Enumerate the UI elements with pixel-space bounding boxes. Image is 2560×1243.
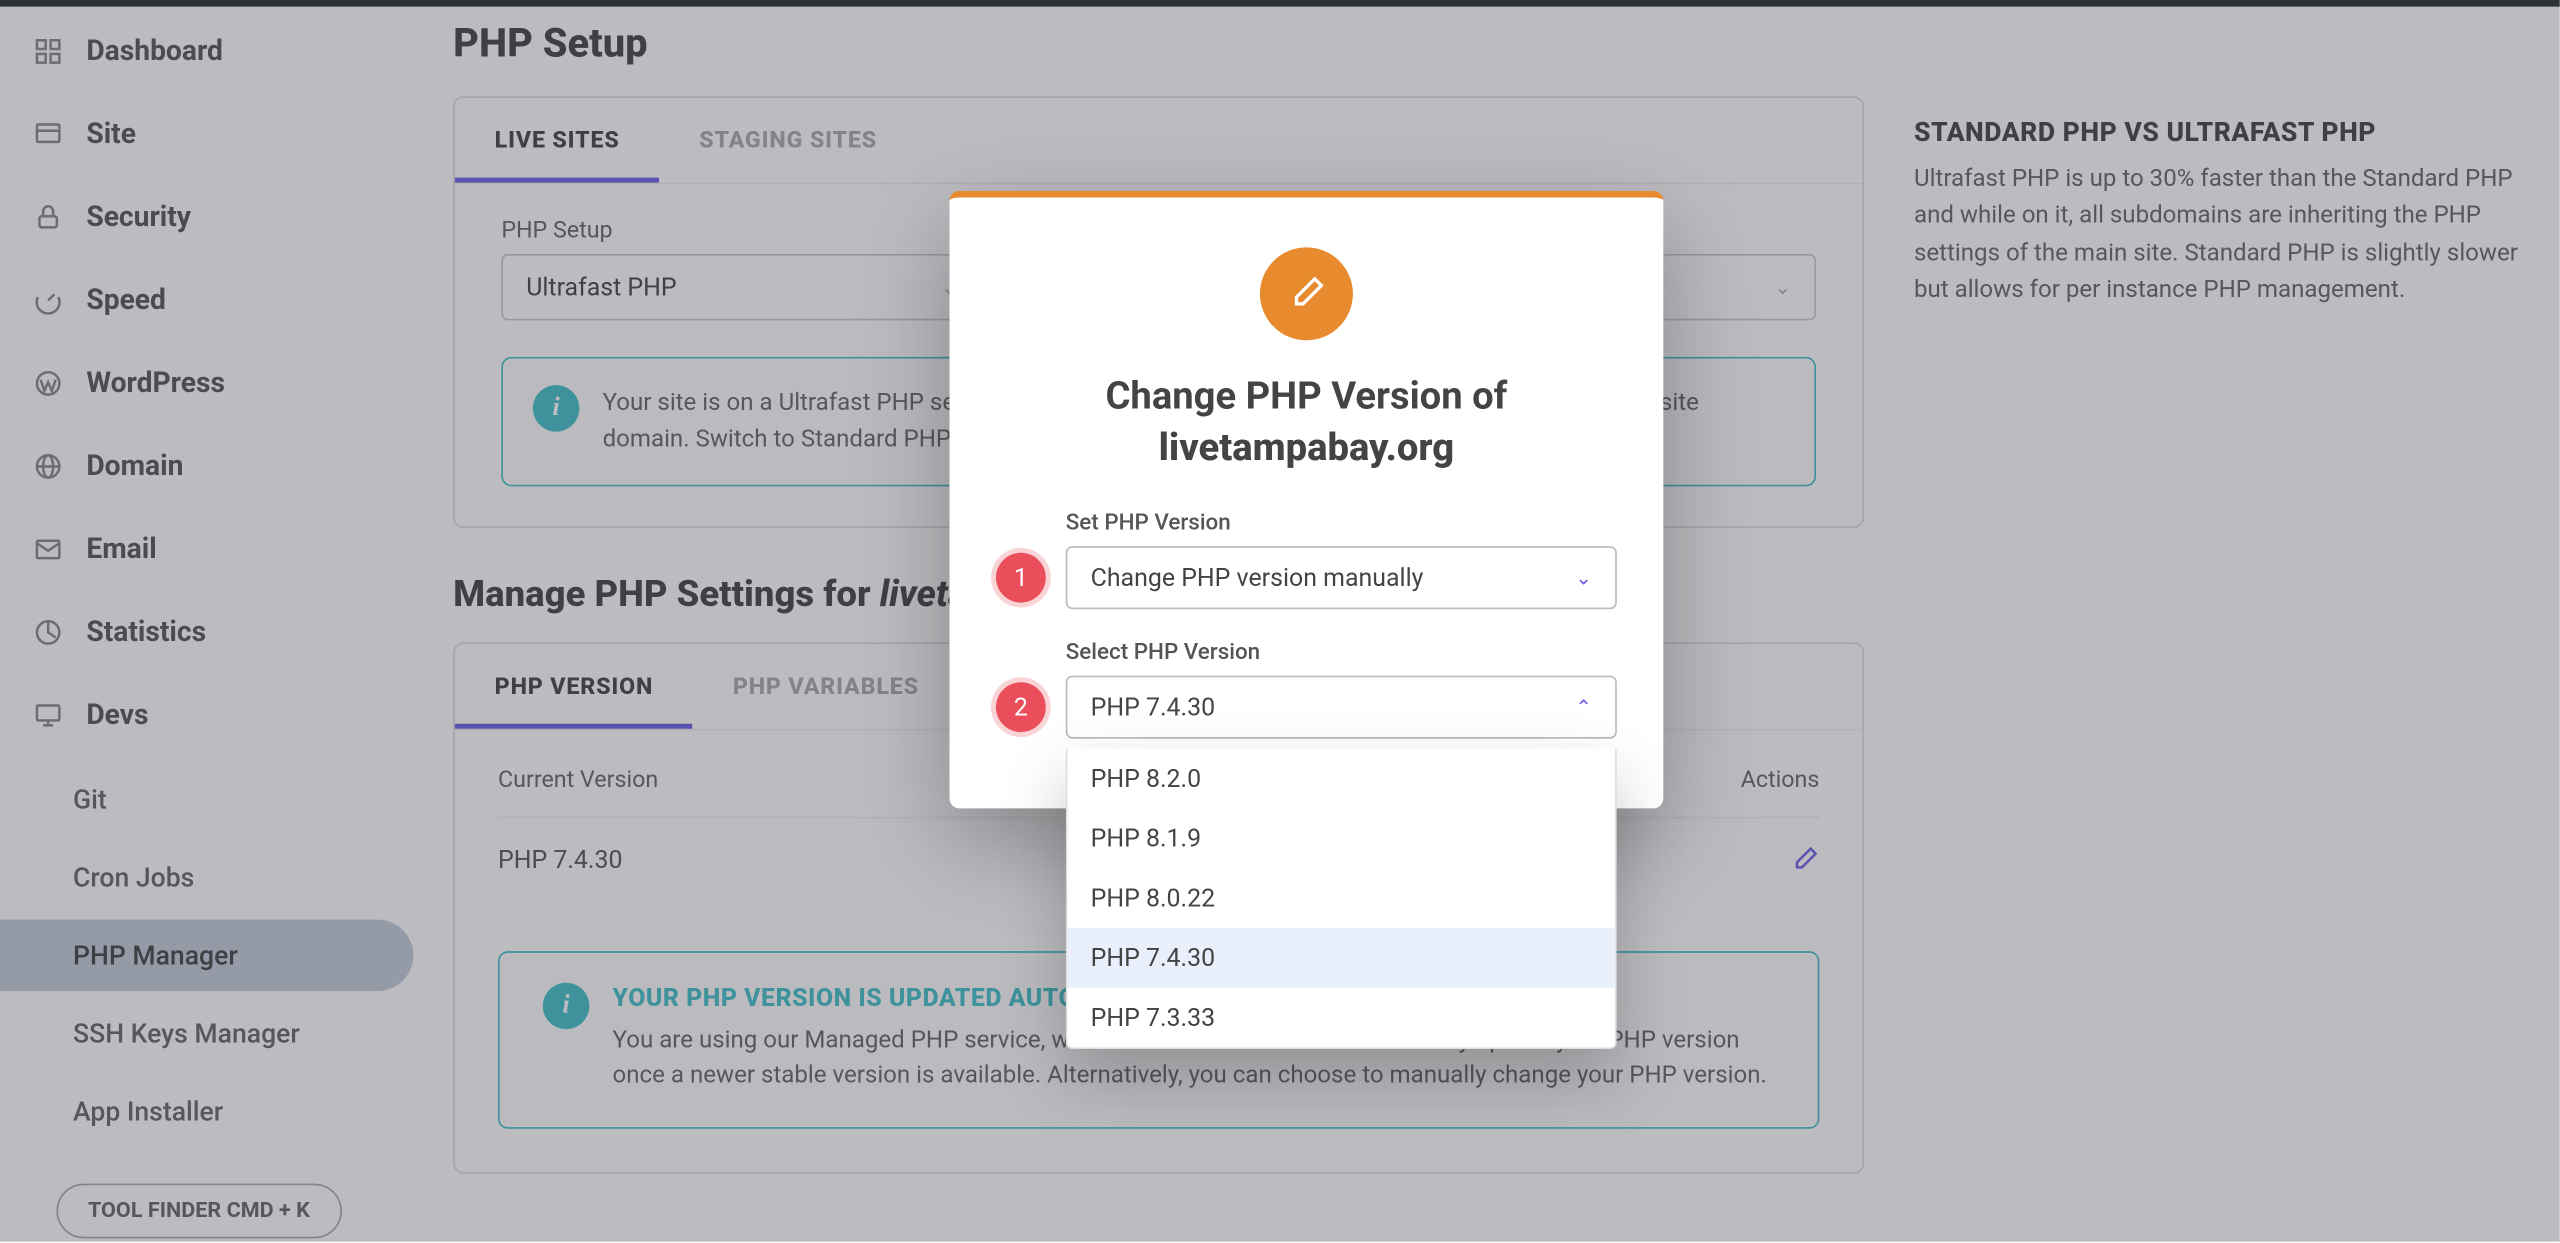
lock-icon <box>30 199 67 236</box>
set-php-version-field: 1 Set PHP Version Change PHP version man… <box>996 510 1617 610</box>
col-current-version: Current Version <box>498 766 658 793</box>
set-php-version-select[interactable]: Change PHP version manually ⌄ <box>1066 546 1617 609</box>
sidebar-item-devs[interactable]: Devs <box>0 681 423 751</box>
sidebar-item-label: WordPress <box>86 367 225 400</box>
chevron-up-icon: ⌃ <box>1575 696 1592 719</box>
tab-php-variables[interactable]: PHP VARIABLES <box>693 643 959 728</box>
sidebar-item-label: Statistics <box>86 616 206 649</box>
tool-finder-button[interactable]: TOOL FINDER CMD + K <box>56 1184 341 1239</box>
sidebar-sub-label: SSH Keys Manager <box>73 1018 300 1050</box>
manage-title-prefix: Manage PHP Settings for <box>453 574 879 616</box>
sidebar-sub-appinstaller[interactable]: App Installer <box>0 1076 413 1147</box>
sidebar-item-security[interactable]: Security <box>0 183 423 253</box>
info-icon: i <box>533 385 579 431</box>
select-php-version-select[interactable]: PHP 7.4.30 ⌃ <box>1066 676 1617 739</box>
set-php-version-value: Change PHP version manually <box>1091 563 1424 593</box>
select-php-version-value: PHP 7.4.30 <box>1091 692 1215 722</box>
sidebar-item-email[interactable]: Email <box>0 515 423 585</box>
modal-title-domain: livetampabay.org <box>1159 425 1455 470</box>
site-icon <box>30 116 67 153</box>
dropdown-option[interactable]: PHP 7.3.33 <box>1067 988 1615 1048</box>
tab-php-version[interactable]: PHP VERSION <box>455 643 693 728</box>
dropdown-option[interactable]: PHP 8.0.22 <box>1067 868 1615 928</box>
statistics-icon <box>30 614 67 651</box>
sidebar-item-wordpress[interactable]: WordPress <box>0 349 423 419</box>
sidebar-sub-phpmanager[interactable]: PHP Manager <box>0 920 413 991</box>
sidebar-sub-label: PHP Manager <box>73 940 238 972</box>
info-sidebar-title: STANDARD PHP VS ULTRAFAST PHP <box>1914 116 2523 148</box>
globe-icon <box>30 448 67 485</box>
sidebar-sub-git[interactable]: Git <box>0 764 413 835</box>
php-version-dropdown: PHP 8.2.0 PHP 8.1.9 PHP 8.0.22 PHP 7.4.3… <box>1066 749 1617 1049</box>
select-php-version-label: Select PHP Version <box>1066 639 1617 666</box>
sidebar-item-site[interactable]: Site <box>0 100 423 170</box>
step-badge-2: 2 <box>996 682 1046 732</box>
col-actions: Actions <box>1741 766 1820 793</box>
sidebar-item-speed[interactable]: Speed <box>0 266 423 336</box>
info-sidebar: STANDARD PHP VS ULTRAFAST PHP Ultrafast … <box>1914 96 2523 1173</box>
current-version-value: PHP 7.4.30 <box>498 844 622 874</box>
php-setup-select[interactable]: Ultrafast PHP ⌄ <box>501 254 982 320</box>
pencil-icon <box>1260 247 1353 340</box>
set-php-version-label: Set PHP Version <box>1066 510 1617 537</box>
info-sidebar-text: Ultrafast PHP is up to 30% faster than t… <box>1914 161 2523 310</box>
sidebar-sub-label: App Installer <box>73 1096 223 1128</box>
email-icon <box>30 531 67 568</box>
page-title: PHP Setup <box>453 20 2523 66</box>
sidebar-item-label: Dashboard <box>86 35 223 68</box>
modal-title: Change PHP Version of livetampabay.org <box>999 370 1613 473</box>
tab-live-sites[interactable]: LIVE SITES <box>455 98 660 183</box>
select-php-version-field: 2 Select PHP Version PHP 7.4.30 ⌃ PHP 8.… <box>996 639 1617 739</box>
change-php-version-modal: Change PHP Version of livetampabay.org 1… <box>950 191 1664 809</box>
info-icon: i <box>543 982 589 1028</box>
edit-icon[interactable] <box>1789 844 1819 874</box>
site-tabs: LIVE SITES STAGING SITES <box>455 98 1863 184</box>
sidebar-item-label: Domain <box>86 450 183 483</box>
dropdown-option[interactable]: PHP 8.1.9 <box>1067 809 1615 869</box>
chevron-down-icon: ⌄ <box>1774 276 1791 299</box>
dashboard-icon <box>30 33 67 70</box>
sidebar-sub-cronjobs[interactable]: Cron Jobs <box>0 842 413 913</box>
tab-staging-sites[interactable]: STAGING SITES <box>659 98 916 183</box>
sidebar-sub-label: Cron Jobs <box>73 862 194 894</box>
tool-finder-label: TOOL FINDER CMD + K <box>88 1199 310 1224</box>
dropdown-option[interactable]: PHP 8.2.0 <box>1067 749 1615 809</box>
sidebar-item-label: Speed <box>86 284 166 317</box>
sidebar-item-label: Devs <box>86 699 148 732</box>
dropdown-option-selected[interactable]: PHP 7.4.30 <box>1067 928 1615 988</box>
sidebar: Dashboard Site Security Speed WordPress … <box>0 7 423 1242</box>
sidebar-sub-sshkeys[interactable]: SSH Keys Manager <box>0 998 413 1069</box>
sidebar-item-statistics[interactable]: Statistics <box>0 598 423 668</box>
wordpress-icon <box>30 365 67 402</box>
sidebar-item-dashboard[interactable]: Dashboard <box>0 17 423 87</box>
modal-title-prefix: Change PHP Version of <box>1105 374 1507 419</box>
speed-icon <box>30 282 67 319</box>
sidebar-item-label: Security <box>86 201 191 234</box>
devs-icon <box>30 697 67 734</box>
sidebar-item-domain[interactable]: Domain <box>0 432 423 502</box>
sidebar-item-label: Email <box>86 533 156 566</box>
step-badge-1: 1 <box>996 553 1046 603</box>
sidebar-item-label: Site <box>86 118 136 151</box>
php-setup-value: Ultrafast PHP <box>526 272 676 302</box>
chevron-down-icon: ⌄ <box>1575 566 1592 589</box>
sidebar-sub-label: Git <box>73 784 107 816</box>
